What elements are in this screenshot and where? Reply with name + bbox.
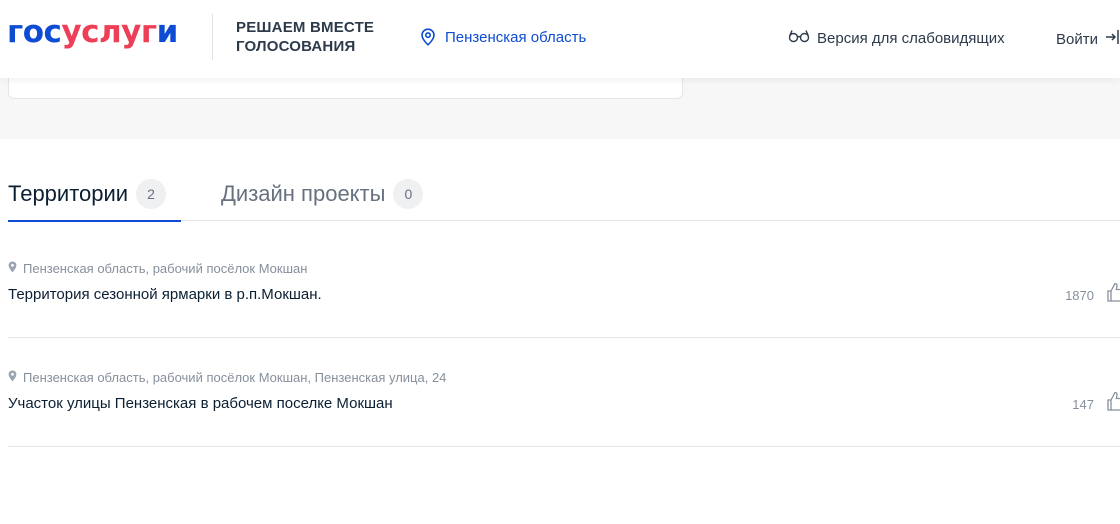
item-address: Пензенская область, рабочий посёлок Мокш… [8,370,446,385]
logo-text-uslug: услуг [61,14,157,50]
accessibility-version-link[interactable]: Версия для слабовидящих [788,29,1005,47]
tagline-line-2: ГОЛОСОВАНИЯ [236,38,356,55]
login-button[interactable]: Войти [1056,28,1120,50]
glasses-icon [788,29,810,47]
map-marker-icon [8,261,17,276]
item-title[interactable]: Участок улицы Пензенская в рабочем посел… [8,395,393,412]
tab-design-projects[interactable]: Дизайн проекты 0 [221,174,424,221]
project-tabs: Территории 2 Дизайн проекты 0 [8,174,1120,222]
thumbs-up-icon[interactable] [1106,281,1120,303]
region-label: Пензенская область [445,28,587,46]
item-vote-count: 1870 [1065,288,1094,303]
tab-design-projects-count: 0 [393,179,424,209]
item-vote-count: 147 [1072,397,1094,412]
login-label: Войти [1056,30,1098,48]
service-tagline[interactable]: РЕШАЕМ ВМЕСТЕ ГОЛОСОВАНИЯ [236,18,374,56]
logo-text-i: и [156,14,179,50]
tab-design-projects-label: Дизайн проекты [221,181,386,206]
accessibility-label: Версия для слабовидящих [817,29,1005,47]
tab-territories-label: Территории [8,181,129,206]
location-pin-icon [420,28,436,46]
tagline-line-1: РЕШАЕМ ВМЕСТЕ [236,19,375,36]
item-address: Пензенская область, рабочий посёлок Мокш… [8,261,307,276]
list-item[interactable]: Пензенская область, рабочий посёлок Мокш… [8,229,1120,338]
login-arrow-icon [1104,28,1120,50]
item-address-text: Пензенская область, рабочий посёлок Мокш… [23,261,308,276]
thumbs-up-icon[interactable] [1106,390,1120,412]
gosuslugi-logo[interactable]: госуслуги [7,12,178,52]
logo-text-gos: гос [7,14,62,50]
map-marker-icon [8,370,17,385]
tab-territories[interactable]: Территории 2 [8,174,181,222]
site-header: госуслуги РЕШАЕМ ВМЕСТЕ ГОЛОСОВАНИЯ Пенз… [0,0,1120,78]
region-selector[interactable]: Пензенская область [420,28,586,46]
item-address-text: Пензенская область, рабочий посёлок Мокш… [23,370,447,385]
item-title[interactable]: Территория сезонной ярмарки в р.п.Мокшан… [8,286,322,303]
tab-territories-count: 2 [136,179,167,209]
list-item[interactable]: Пензенская область, рабочий посёлок Мокш… [8,338,1120,447]
header-divider [212,14,213,60]
